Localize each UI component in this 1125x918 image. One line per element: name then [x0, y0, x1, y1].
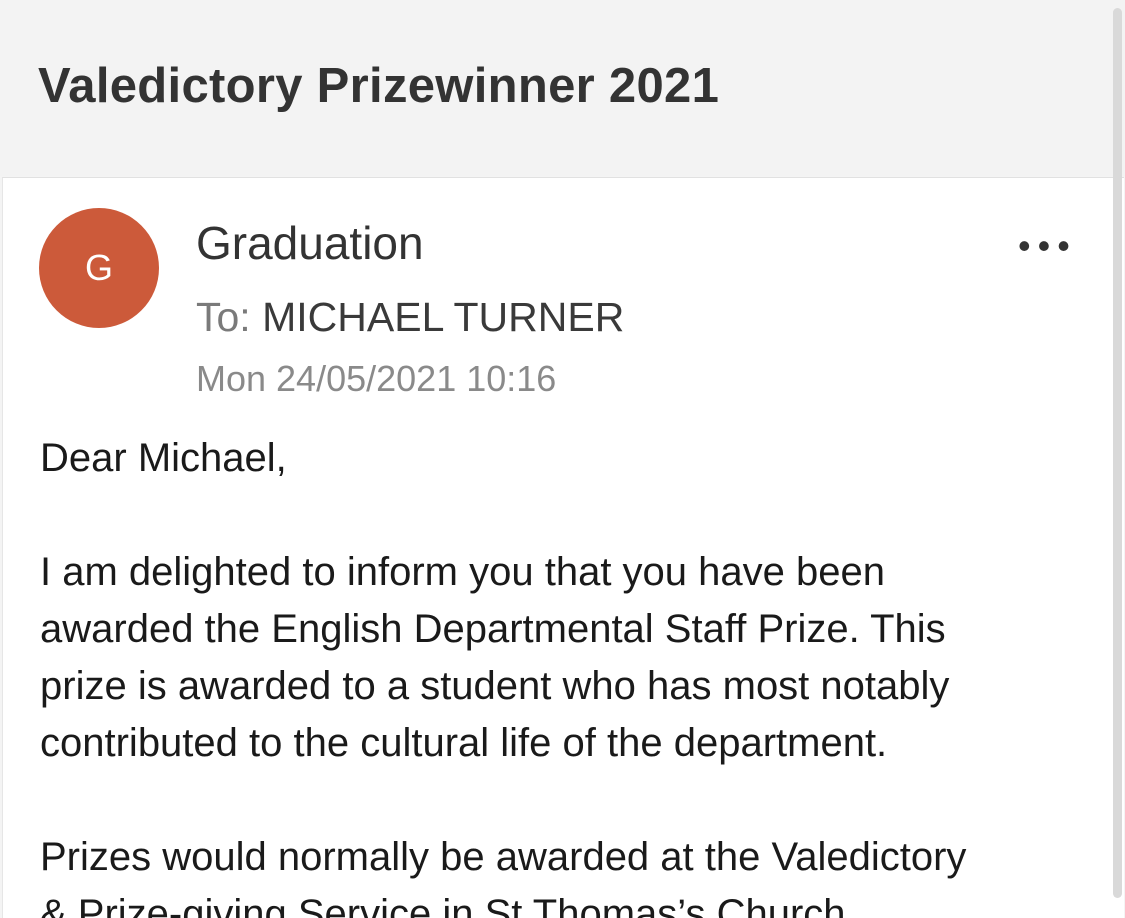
sender-avatar[interactable]: G [39, 208, 159, 328]
body-line: I am delighted to inform you that you ha… [40, 550, 885, 594]
body-paragraph-1: I am delighted to inform you that you ha… [40, 544, 1100, 772]
sender-name[interactable]: Graduation [196, 216, 424, 270]
email-body: Dear Michael, I am delighted to inform y… [40, 430, 1100, 918]
greeting: Dear Michael, [40, 436, 287, 480]
more-options-button[interactable]: ••• [1018, 226, 1088, 266]
email-timestamp: Mon 24/05/2021 10:16 [196, 358, 557, 399]
to-label: To: [196, 294, 251, 340]
body-line: contributed to the cultural life of the … [40, 721, 888, 765]
recipient-name[interactable]: MICHAEL TURNER [262, 294, 624, 340]
body-line: Prizes would normally be awarded at the … [40, 835, 967, 879]
subject-header: Valedictory Prizewinner 2021 [0, 0, 1125, 176]
body-line: awarded the English Departmental Staff P… [40, 607, 946, 651]
body-line: prize is awarded to a student who has mo… [40, 664, 950, 708]
body-paragraph-2: Prizes would normally be awarded at the … [40, 829, 1100, 918]
recipient-row: To: MICHAEL TURNER [196, 294, 624, 341]
vertical-scrollbar[interactable] [1113, 8, 1122, 898]
email-subject: Valedictory Prizewinner 2021 [38, 59, 720, 113]
body-line: & Prize-giving Service in St Thomas’s Ch… [40, 892, 846, 918]
avatar-letter: G [84, 247, 113, 288]
